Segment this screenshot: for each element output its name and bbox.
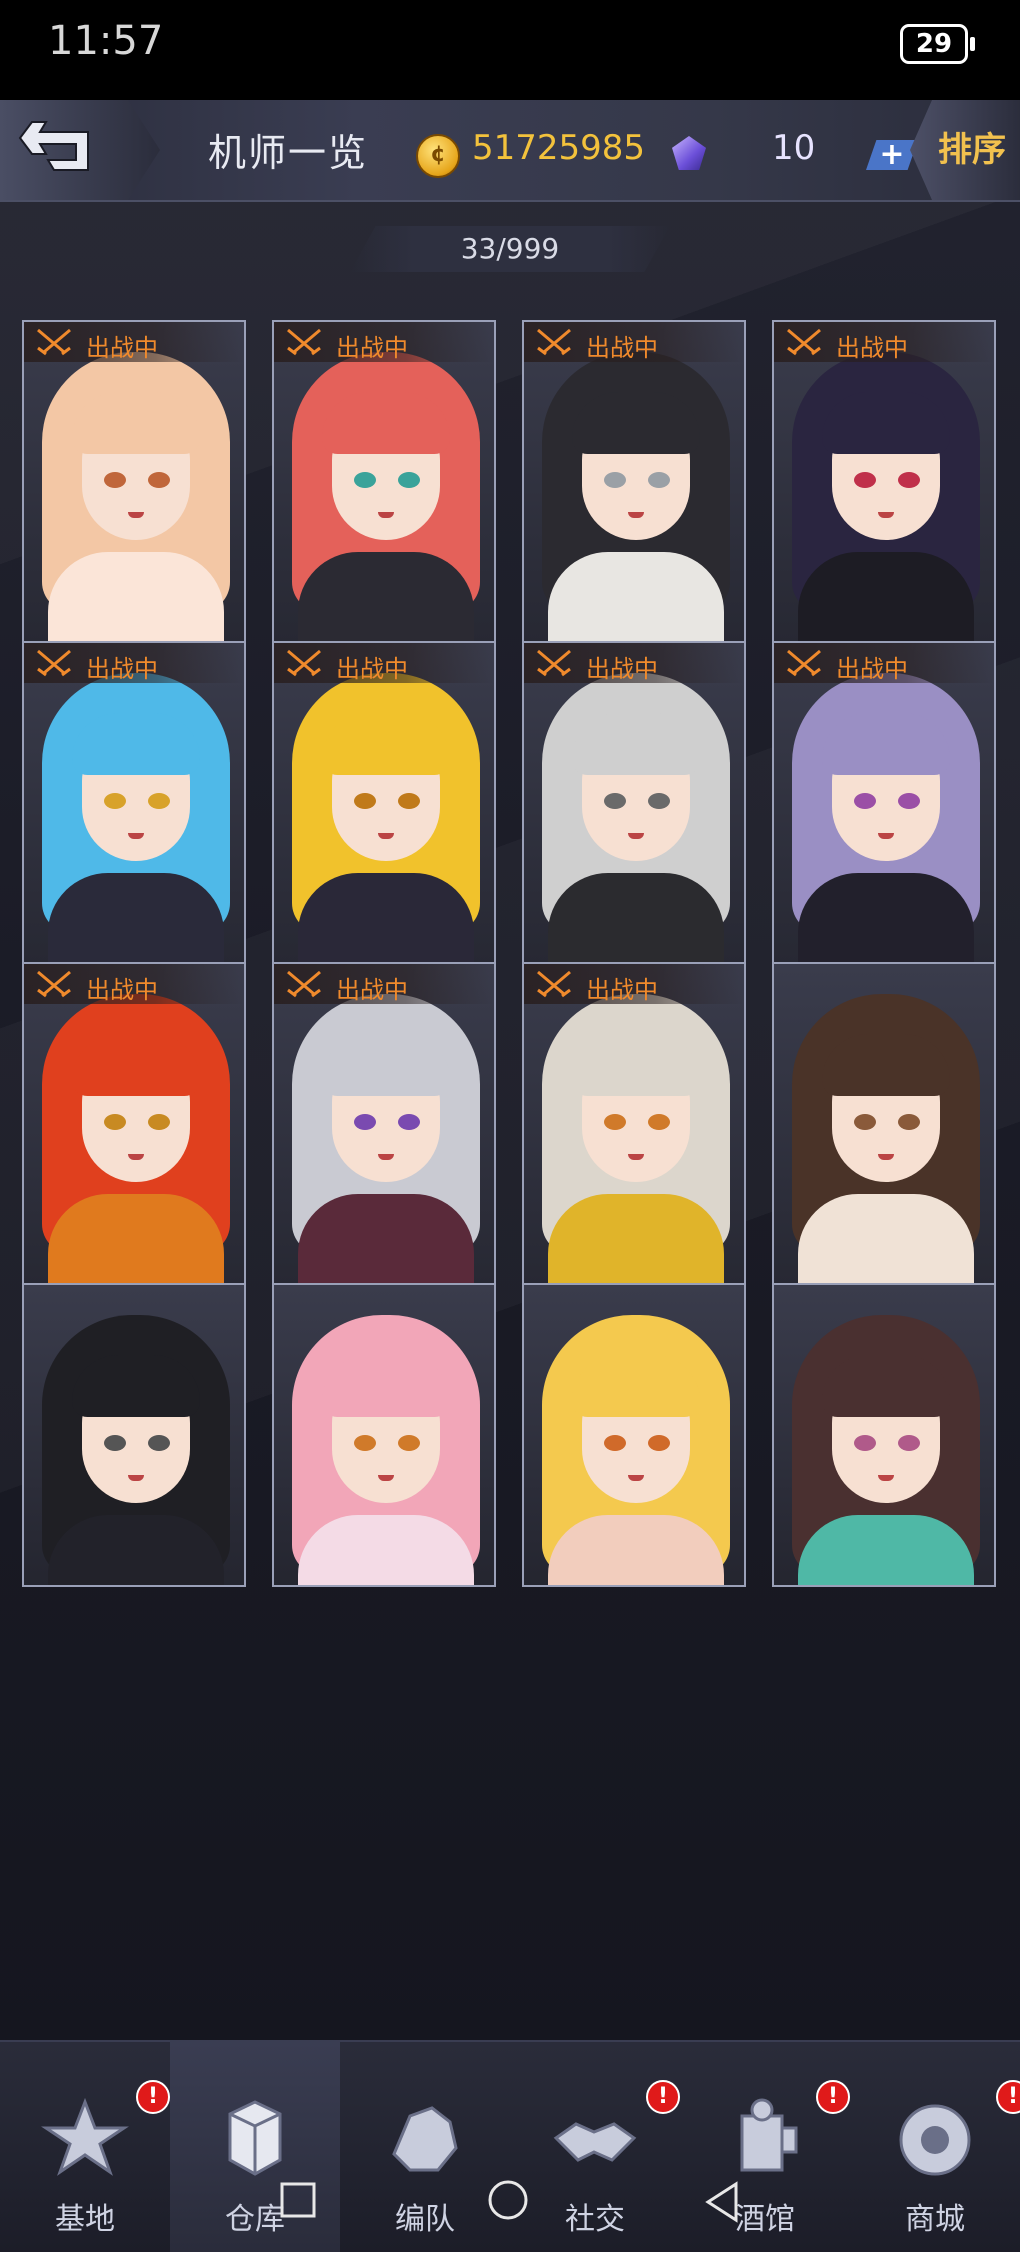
nav-tab-label: 社交: [565, 2202, 625, 2237]
tavern-icon: [740, 2098, 798, 2172]
roster-count: 33/999: [460, 232, 560, 265]
clock: 11:57: [48, 18, 164, 64]
recent-apps-icon[interactable]: [278, 2180, 318, 2220]
pilot-portrait: [524, 964, 744, 1354]
gold-amount: 51725985: [472, 128, 646, 168]
deployed-label: 出战中: [586, 976, 658, 1004]
nav-tab[interactable]: 编队: [340, 2042, 510, 2252]
shop-icon: [899, 2104, 971, 2176]
pilot-portrait: [274, 643, 494, 1033]
back-button[interactable]: [0, 100, 160, 200]
handshake-icon: [553, 2122, 637, 2162]
alert-badge: !: [996, 2080, 1020, 2114]
pilot-portrait: [524, 322, 744, 712]
pilot-portrait: [774, 322, 994, 712]
crossed-swords-icon: [787, 328, 821, 356]
crossed-swords-icon: [787, 649, 821, 677]
nav-tab-label: 基地: [55, 2202, 115, 2237]
nav-tab[interactable]: 社交!: [510, 2042, 680, 2252]
deployed-label: 出战中: [586, 334, 658, 362]
pilot-portrait: [274, 322, 494, 712]
pilot-portrait: [274, 1285, 494, 1585]
deployed-tag: 出战中: [24, 322, 244, 362]
deployed-tag: 出战中: [274, 643, 494, 683]
crossed-swords-icon: [37, 970, 71, 998]
gold-coin-icon: ¢: [416, 134, 460, 178]
deployed-tag: 出战中: [774, 322, 994, 362]
deployed-tag: 出战中: [774, 643, 994, 683]
gem-amount: 10: [772, 128, 816, 168]
deployed-tag: 出战中: [524, 643, 744, 683]
nav-tab[interactable]: 商城!: [850, 2042, 1020, 2252]
pilot-portrait: [524, 643, 744, 1033]
crossed-swords-icon: [537, 649, 571, 677]
home-icon[interactable]: [486, 2180, 530, 2224]
pilot-portrait: [774, 643, 994, 1033]
back-arrow-icon: [18, 121, 89, 171]
deployed-label: 出战中: [86, 655, 158, 683]
pilot-portrait: [524, 1285, 744, 1585]
nav-tab-label: 编队: [395, 2202, 455, 2237]
alert-badge: !: [136, 2080, 170, 2114]
pilot-card[interactable]: [272, 1283, 496, 1587]
pilot-card[interactable]: [772, 1283, 996, 1587]
deployed-tag: 出战中: [524, 964, 744, 1004]
crossed-swords-icon: [537, 970, 571, 998]
deployed-tag: 出战中: [274, 322, 494, 362]
deployed-tag: 出战中: [24, 964, 244, 1004]
deployed-label: 出战中: [86, 976, 158, 1004]
pilot-portrait: [24, 1285, 244, 1585]
crossed-swords-icon: [537, 328, 571, 356]
status-bar: 11:57 29: [0, 0, 1020, 100]
deployed-label: 出战中: [836, 334, 908, 362]
battery-icon: 29: [900, 24, 975, 64]
crossed-swords-icon: [287, 649, 321, 677]
deployed-label: 出战中: [86, 334, 158, 362]
crossed-swords-icon: [287, 970, 321, 998]
deployed-tag: 出战中: [524, 322, 744, 362]
deployed-tag: 出战中: [274, 964, 494, 1004]
page-title: 机师一览: [208, 131, 369, 175]
pilot-portrait: [24, 964, 244, 1354]
deployed-label: 出战中: [586, 655, 658, 683]
crossed-swords-icon: [37, 328, 71, 356]
crossed-swords-icon: [37, 649, 71, 677]
deployed-tag: 出战中: [24, 643, 244, 683]
alert-badge: !: [646, 2080, 680, 2114]
pilot-portrait: [774, 964, 994, 1354]
pilot-portrait: [24, 322, 244, 712]
team-icon: [392, 2106, 458, 2172]
pilot-card[interactable]: [522, 1283, 746, 1587]
nav-tab-label: 商城: [905, 2202, 965, 2237]
warehouse-icon: [228, 2100, 282, 2176]
nav-tab[interactable]: 仓库: [170, 2042, 340, 2252]
pilot-portrait: [774, 1285, 994, 1585]
pilot-card[interactable]: [22, 1283, 246, 1587]
pilot-portrait: [274, 964, 494, 1354]
deployed-label: 出战中: [836, 655, 908, 683]
alert-badge: !: [816, 2080, 850, 2114]
deployed-label: 出战中: [336, 976, 408, 1004]
system-back-icon[interactable]: [702, 2180, 742, 2224]
base-emblem-icon: [41, 2097, 129, 2176]
crossed-swords-icon: [287, 328, 321, 356]
sort-label[interactable]: 排序: [938, 122, 1006, 171]
deployed-label: 出战中: [336, 334, 408, 362]
pilot-portrait: [24, 643, 244, 1033]
nav-tab[interactable]: 基地!: [0, 2042, 170, 2252]
deployed-label: 出战中: [336, 655, 408, 683]
